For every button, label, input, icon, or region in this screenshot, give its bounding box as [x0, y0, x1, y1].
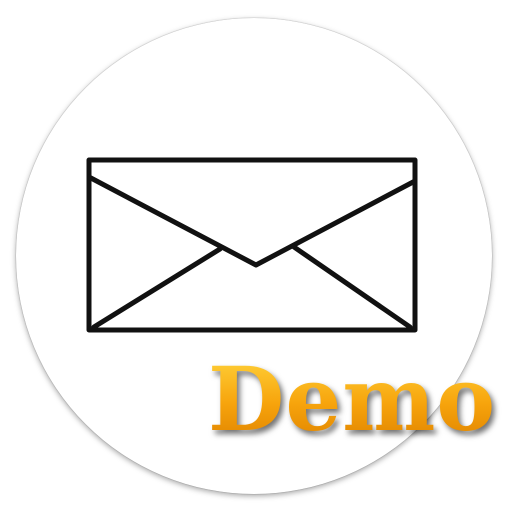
app-icon: Demo: [0, 0, 512, 512]
demo-badge: Demo: [208, 347, 497, 451]
envelope-icon: [86, 157, 418, 333]
